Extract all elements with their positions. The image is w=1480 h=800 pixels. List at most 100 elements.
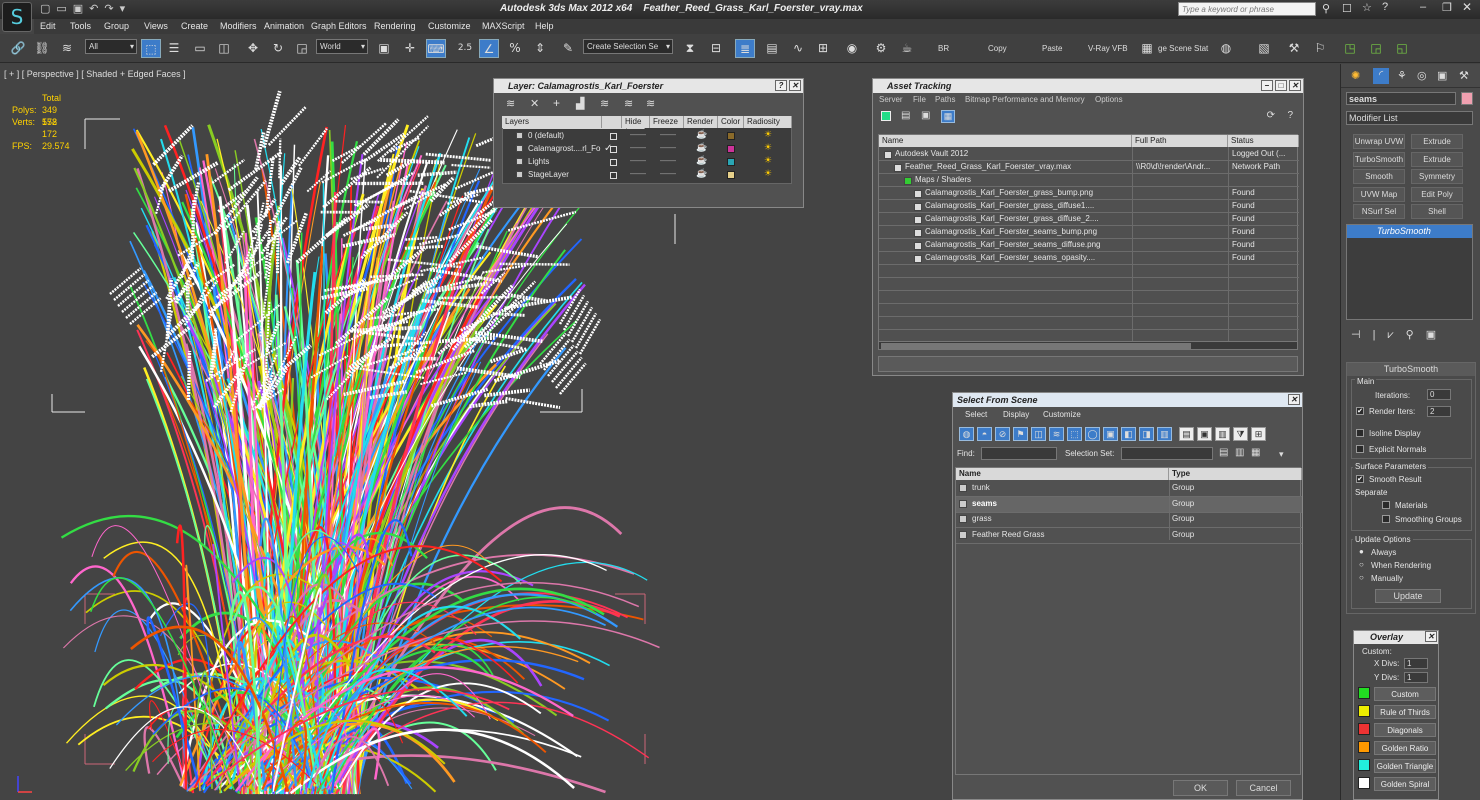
smoothing-groups-checkbox[interactable] xyxy=(1382,515,1390,523)
bind-spacewarp-icon[interactable]: ≋ xyxy=(57,39,77,58)
menu-help[interactable]: Help xyxy=(535,21,554,31)
tool-icon-6[interactable]: ◱ xyxy=(1392,39,1412,58)
render-iters-spinner[interactable]: 2 xyxy=(1427,406,1451,417)
overlay-close-button[interactable]: ✕ xyxy=(1425,631,1437,642)
tool-icon-4[interactable]: ◳ xyxy=(1340,39,1360,58)
modifier-button[interactable]: Extrude xyxy=(1411,134,1463,149)
quick-access-toolbar[interactable]: ▢▭▣↶↷▾ xyxy=(40,2,131,15)
freeze-toggle[interactable]: —— xyxy=(660,156,676,165)
layer-color-swatch[interactable] xyxy=(727,171,735,179)
overlay-title[interactable]: Overlay ✕ xyxy=(1354,631,1438,644)
window-crossing-icon[interactable]: ◫ xyxy=(214,39,234,58)
graphite-toolbar-icon[interactable]: ▤ xyxy=(762,39,782,58)
select-none-icon[interactable]: ▣ xyxy=(1197,427,1212,441)
update-button[interactable]: Update xyxy=(1375,589,1441,603)
pivot-icon[interactable]: ▣ xyxy=(374,39,394,58)
geometry-filter-icon[interactable]: ◍ xyxy=(959,427,974,441)
search-binoculars-icon[interactable]: ⚲ xyxy=(1322,2,1330,15)
rect-selection-icon[interactable]: ▭ xyxy=(190,39,210,58)
close-icon[interactable]: ✕ xyxy=(1462,0,1472,14)
layer-name[interactable]: 0 (default) xyxy=(528,131,564,140)
xdivs-spinner[interactable]: 1 xyxy=(1404,658,1428,669)
scene-col-name[interactable]: Name xyxy=(956,468,1169,480)
container-filter-icon[interactable]: ◧ xyxy=(1121,427,1136,441)
layer-color-swatch[interactable] xyxy=(727,158,735,166)
materials-checkbox[interactable] xyxy=(1382,501,1390,509)
align-icon[interactable]: ⊟ xyxy=(706,39,726,58)
utilities-tab-icon[interactable]: ⚒ xyxy=(1459,69,1469,82)
radiosity-icon[interactable]: ☀ xyxy=(764,168,772,179)
select-menu-display[interactable]: Display xyxy=(1003,410,1029,419)
explicit-normals-checkbox[interactable] xyxy=(1356,445,1364,453)
minimize-icon[interactable]: – xyxy=(1420,1,1426,13)
named-selection-sets-dropdown[interactable]: Create Selection Se xyxy=(583,39,673,54)
layer-name[interactable]: StageLayer xyxy=(528,170,569,179)
modifier-button[interactable]: UVW Map xyxy=(1353,186,1405,202)
radiosity-icon[interactable]: ☀ xyxy=(764,129,772,140)
col-radiosity-header[interactable]: Radiosity xyxy=(744,116,792,128)
schematic-view-icon[interactable]: ⊞ xyxy=(813,39,833,58)
render-teapot-icon[interactable]: ☕ xyxy=(897,39,917,58)
modifier-button[interactable]: NSurf Sel xyxy=(1353,204,1405,219)
hide-toggle[interactable]: —— xyxy=(630,143,646,152)
select-manipulate-icon[interactable]: ✛ xyxy=(400,39,420,58)
asset-name[interactable]: Calamagrostis_Karl_Foerster_seams_opasit… xyxy=(925,253,1095,262)
tool-icon-2[interactable]: ⚒ xyxy=(1284,39,1304,58)
keyboard-shortcut-icon[interactable]: ⌨ xyxy=(426,39,446,58)
hide-toggle[interactable]: —— xyxy=(630,169,646,178)
layer-manager-window[interactable]: Layer: Calamagrostis_Karl_Foerster ? ✕ ≋… xyxy=(493,78,804,208)
modifier-stack[interactable]: TurboSmooth xyxy=(1346,224,1473,320)
render-teapot-icon[interactable]: ☕ xyxy=(696,168,707,179)
modifier-list-dropdown[interactable]: Modifier List xyxy=(1346,111,1473,125)
select-scene-close-button[interactable]: ✕ xyxy=(1288,394,1300,405)
menu-edit[interactable]: Edit xyxy=(40,21,56,31)
tool-icon-5[interactable]: ◲ xyxy=(1366,39,1386,58)
asset-menu-paths[interactable]: Paths xyxy=(935,95,955,104)
modify-tab-icon[interactable]: ◜ xyxy=(1373,68,1389,84)
menu-rendering[interactable]: Rendering xyxy=(374,21,416,31)
helper-filter-icon[interactable]: ◫ xyxy=(1031,427,1046,441)
asset-menu-file[interactable]: File xyxy=(913,95,926,104)
table-view-icon[interactable]: ▦ xyxy=(941,110,955,123)
camera-filter-icon[interactable]: ⚑ xyxy=(1013,427,1028,441)
selset-expand-icon[interactable]: ▾ xyxy=(1279,449,1284,460)
scene-object-list[interactable]: Name Type trunk Group seams Group grass Group… xyxy=(955,467,1302,775)
asset-minimize-button[interactable]: – xyxy=(1261,80,1273,91)
layer-help-button[interactable]: ? xyxy=(775,80,787,91)
app-logo-icon[interactable]: S xyxy=(2,2,32,32)
new-layer-icon[interactable]: ≋ xyxy=(506,97,515,110)
reference-coord-dropdown[interactable]: World xyxy=(316,39,368,54)
asset-col-fullpath[interactable]: Full Path xyxy=(1132,135,1228,147)
asset-name[interactable]: Calamagrostis_Karl_Foerster_grass_bump.p… xyxy=(925,188,1093,197)
layer-window-title[interactable]: Layer: Calamagrostis_Karl_Foerster ? ✕ xyxy=(494,79,803,93)
modifier-button[interactable]: Edit Poly xyxy=(1411,186,1463,202)
asset-name[interactable]: Calamagrostis_Karl_Foerster_seams_bump.p… xyxy=(925,227,1097,236)
col-render-header[interactable]: Render xyxy=(684,116,718,128)
invert-icon[interactable]: ▥ xyxy=(1215,427,1230,441)
cancel-button[interactable]: Cancel xyxy=(1236,780,1291,796)
motion-tab-icon[interactable]: ◎ xyxy=(1417,69,1427,82)
menu-customize[interactable]: Customize xyxy=(428,21,471,31)
tool-icon-3[interactable]: ⚐ xyxy=(1310,39,1330,58)
isoline-checkbox[interactable] xyxy=(1356,429,1364,437)
menu-views[interactable]: Views xyxy=(144,21,168,31)
smooth-result-checkbox[interactable]: ✔ xyxy=(1356,475,1364,483)
select-scene-title[interactable]: Select From Scene ✕ xyxy=(953,393,1302,407)
menu-maxscript[interactable]: MAXScript xyxy=(482,21,525,31)
vault-icon[interactable] xyxy=(881,111,891,121)
highlight-selected-icon[interactable]: ≋ xyxy=(600,97,609,110)
copy-button[interactable]: Copy xyxy=(988,44,1007,53)
scene-states-icon[interactable]: ▦ xyxy=(1137,39,1157,58)
col-hide-header[interactable]: Hide xyxy=(622,116,650,128)
freeze-toggle[interactable]: —— xyxy=(660,169,676,178)
render-teapot-icon[interactable]: ☕ xyxy=(696,155,707,166)
col-layers-header[interactable]: Layers xyxy=(502,116,602,128)
overlay-panel[interactable]: Overlay ✕ Custom: X Divs: 1 Y Divs: 1 Cu… xyxy=(1353,630,1439,800)
radiosity-icon[interactable]: ☀ xyxy=(764,142,772,153)
refresh-icon[interactable]: ⟳ xyxy=(1267,110,1275,121)
scene-object-name[interactable]: seams xyxy=(972,499,997,508)
scale-icon[interactable]: ◲ xyxy=(292,39,312,58)
asset-name[interactable]: Calamagrostis_Karl_Foerster_grass_diffus… xyxy=(925,201,1094,210)
rollout-title[interactable]: TurboSmooth xyxy=(1347,363,1475,376)
move-icon[interactable]: ✥ xyxy=(243,39,263,58)
